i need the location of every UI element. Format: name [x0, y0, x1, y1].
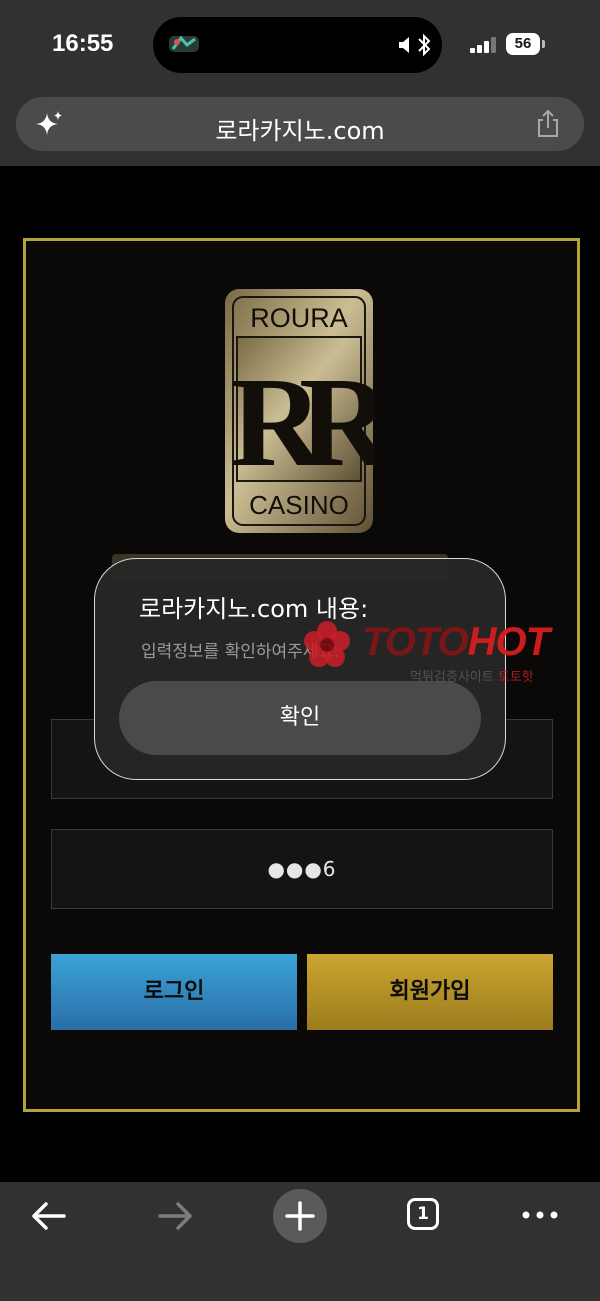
password-field[interactable]: ●●●6 — [51, 829, 553, 909]
logo-bottom-text: CASINO — [249, 490, 349, 520]
status-bar: 16:55 56 — [0, 0, 600, 90]
battery-indicator: 56 — [506, 33, 540, 55]
flower-logo-icon — [304, 621, 350, 667]
logo-top-text: ROURA — [250, 303, 348, 333]
tab-switcher-button[interactable]: 1 — [407, 1198, 439, 1230]
signup-button[interactable]: 회원가입 — [307, 954, 553, 1030]
watermark-brand-a: TOTO — [362, 620, 469, 664]
more-options-icon[interactable] — [521, 1206, 559, 1224]
new-tab-button[interactable] — [273, 1189, 327, 1243]
share-icon[interactable] — [534, 109, 562, 139]
url-text[interactable]: 로라카지노.com — [16, 111, 584, 146]
music-artwork-icon — [169, 35, 199, 52]
logo-monogram: RR — [231, 351, 375, 493]
watermark-subtitle: 먹튀검증사이트 토토핫 — [410, 666, 534, 685]
bluetooth-icon — [418, 33, 431, 57]
browser-toolbar: 1 — [0, 1182, 600, 1301]
cellular-signal-icon — [470, 37, 496, 53]
watermark-brand-b: HOT — [467, 620, 550, 664]
plus-icon — [285, 1201, 315, 1231]
login-button[interactable]: 로그인 — [51, 954, 297, 1030]
dynamic-island — [153, 17, 442, 73]
status-time: 16:55 — [52, 30, 114, 57]
battery-cap — [542, 40, 545, 48]
watermark-sub-b: 토토핫 — [497, 670, 534, 685]
roura-casino-logo: ROURA RR CASINO — [225, 289, 375, 533]
forward-arrow-icon[interactable] — [156, 1200, 194, 1232]
browser-address-area: 로라카지노.com — [0, 90, 600, 166]
watermark-sub-a: 먹튀검증사이트 — [410, 670, 494, 685]
watermark-brand: TOTOHOT — [362, 620, 550, 665]
speaker-icon — [399, 37, 409, 53]
address-bar[interactable]: 로라카지노.com — [16, 97, 584, 151]
back-arrow-icon[interactable] — [30, 1200, 68, 1232]
totohot-watermark: TOTOHOT 먹튀검증사이트 토토핫 — [300, 614, 600, 694]
